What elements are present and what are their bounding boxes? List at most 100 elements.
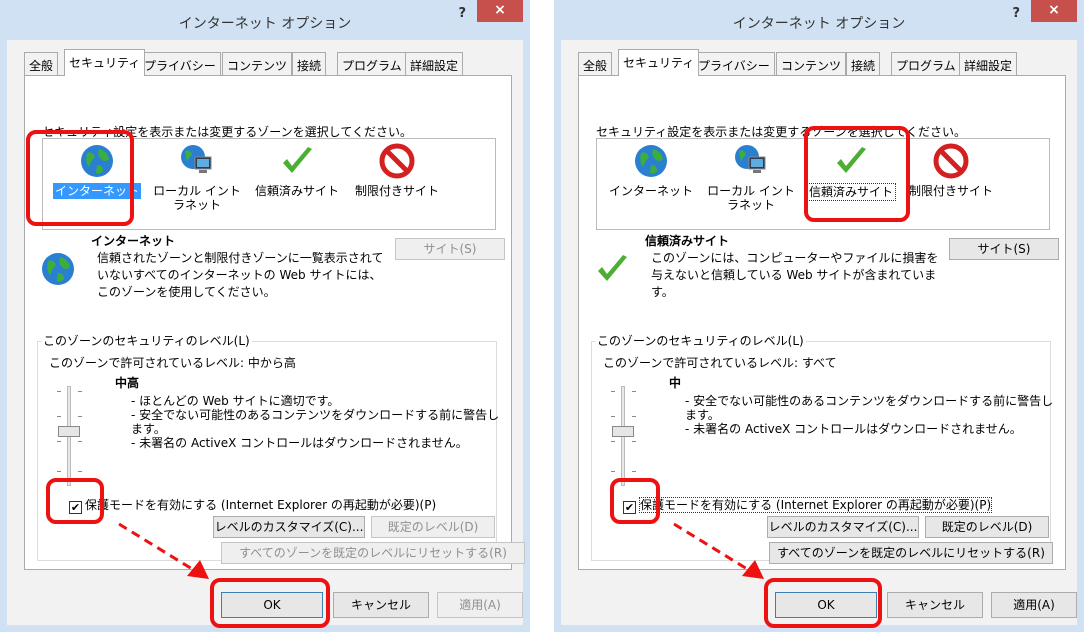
dashed-arrow-icon xyxy=(673,522,764,579)
highlight-ok-button xyxy=(764,578,882,628)
highlight-trusted-sites-zone xyxy=(804,126,910,222)
slider-tick xyxy=(611,441,615,442)
security-level-group-label: このゾーンのセキュリティのレベル(L) xyxy=(595,332,806,349)
custom-level-button[interactable]: レベルのカスタマイズ(C)... xyxy=(767,516,919,538)
level-bullet: - 安全でない可能性のあるコンテンツをダウンロードする前に警告します。 xyxy=(685,394,1054,422)
cancel-button[interactable]: キャンセル xyxy=(887,592,983,618)
tab-content[interactable]: コンテンツ xyxy=(776,52,847,75)
slider-tick xyxy=(57,391,61,392)
default-level-button[interactable]: 既定のレベル(D) xyxy=(371,516,495,538)
slider-tick xyxy=(78,471,82,472)
intranet-icon xyxy=(735,145,766,173)
no-entry-icon xyxy=(379,143,415,179)
checkmark-icon xyxy=(598,255,627,281)
slider-tick xyxy=(611,416,615,417)
security-level-name: 中高 xyxy=(115,376,140,390)
reset-all-zones-button[interactable]: すべてのゾーンを既定のレベルにリセットする(R) xyxy=(221,542,525,564)
tab-advanced[interactable]: 詳細設定 xyxy=(959,52,1018,75)
title-bar: インターネット オプション ? × xyxy=(554,0,1084,40)
tab-security[interactable]: セキュリティ xyxy=(64,49,146,76)
zone-restricted-sites[interactable]: 制限付きサイト xyxy=(901,143,1001,199)
slider-tick xyxy=(78,391,82,392)
slider-tick xyxy=(78,416,82,417)
close-button[interactable]: × xyxy=(1031,0,1077,22)
slider-tick xyxy=(57,471,61,472)
protected-mode-label: 保護モードを有効にする (Internet Explorer の再起動が必要)(… xyxy=(639,497,993,513)
zone-label: ローカル イントラネット xyxy=(707,184,795,212)
internet-options-dialog-right: インターネット オプション ? × 全般 セキュリティ プライバシー コンテンツ… xyxy=(554,0,1084,632)
dialog-title: インターネット オプション xyxy=(732,16,906,32)
tab-content[interactable]: コンテンツ xyxy=(222,52,293,75)
tab-security[interactable]: セキュリティ xyxy=(618,49,700,76)
highlight-ok-button xyxy=(210,578,330,628)
zone-internet[interactable]: インターネット xyxy=(601,143,701,199)
zone-local-intranet[interactable]: ローカル イントラネット xyxy=(147,143,247,213)
zone-label: 制限付きサイト xyxy=(354,184,439,198)
zone-info-description: このゾーンには、コンピューターやファイルに損害を与えないと信頼している Web … xyxy=(651,251,939,299)
default-level-button[interactable]: 既定のレベル(D) xyxy=(925,516,1049,538)
tab-general[interactable]: 全般 xyxy=(24,52,59,75)
tab-connections[interactable]: 接続 xyxy=(846,52,881,75)
highlight-protected-mode-checkbox xyxy=(46,478,104,524)
highlight-protected-mode-checkbox xyxy=(610,478,660,524)
slider-tick xyxy=(632,441,636,442)
zone-label: 信頼済みサイト xyxy=(254,184,339,198)
security-level-name: 中 xyxy=(669,376,682,390)
close-button[interactable]: × xyxy=(477,0,523,22)
zone-label: ローカル イントラネット xyxy=(153,184,241,212)
security-level-slider-thumb[interactable] xyxy=(58,426,80,437)
zone-trusted-sites[interactable]: 信頼済みサイト xyxy=(247,143,347,199)
globe-icon xyxy=(42,253,74,285)
title-bar: インターネット オプション ? × xyxy=(0,0,530,40)
slider-tick xyxy=(632,391,636,392)
tab-general[interactable]: 全般 xyxy=(578,52,613,75)
sites-button[interactable]: サイト(S) xyxy=(395,238,505,260)
cancel-button[interactable]: キャンセル xyxy=(333,592,429,618)
allowed-levels-text: このゾーンで許可されているレベル: すべて xyxy=(603,356,837,370)
custom-level-button[interactable]: レベルのカスタマイズ(C)... xyxy=(213,516,365,538)
zone-restricted-sites[interactable]: 制限付きサイト xyxy=(347,143,447,199)
no-entry-icon xyxy=(933,143,969,179)
slider-tick xyxy=(57,441,61,442)
zone-label: インターネット xyxy=(608,184,693,198)
slider-tick xyxy=(78,441,82,442)
slider-tick xyxy=(611,391,615,392)
checkmark-icon xyxy=(283,147,312,173)
protected-mode-row[interactable]: ✔ 保護モードを有効にする (Internet Explorer の再起動が必要)… xyxy=(623,496,993,514)
level-bullet: - 未署名の ActiveX コントロールはダウンロードされません。 xyxy=(131,436,468,450)
zone-info-description: 信頼されたゾーンと制限付きゾーンに一覧表示されていないすべてのインターネットの … xyxy=(97,251,384,299)
tab-programs[interactable]: プログラム xyxy=(337,52,407,75)
zone-local-intranet[interactable]: ローカル イントラネット xyxy=(701,143,801,213)
slider-tick xyxy=(57,416,61,417)
dialog-title: インターネット オプション xyxy=(178,16,352,32)
zone-info-title: 信頼済みサイト xyxy=(645,234,730,248)
reset-all-zones-button[interactable]: すべてのゾーンを既定のレベルにリセットする(R) xyxy=(769,542,1053,564)
security-level-description: - 安全でない可能性のあるコンテンツをダウンロードする前に警告します。 - 未署… xyxy=(685,394,1065,436)
protected-mode-row[interactable]: ✔ 保護モードを有効にする (Internet Explorer の再起動が必要)… xyxy=(69,496,436,514)
tab-privacy[interactable]: プライバシー xyxy=(693,52,775,75)
security-level-group-label: このゾーンのセキュリティのレベル(L) xyxy=(41,332,252,349)
apply-button[interactable]: 適用(A) xyxy=(991,592,1077,618)
slider-tick xyxy=(611,471,615,472)
sites-button[interactable]: サイト(S) xyxy=(949,238,1059,260)
zone-label: 制限付きサイト xyxy=(908,184,993,198)
tab-programs[interactable]: プログラム xyxy=(891,52,961,75)
intranet-icon xyxy=(181,145,212,173)
level-bullet: - ほとんどの Web サイトに適切です。 xyxy=(131,394,340,408)
tab-connections[interactable]: 接続 xyxy=(292,52,327,75)
apply-button[interactable]: 適用(A) xyxy=(437,592,523,618)
security-level-slider-thumb[interactable] xyxy=(612,426,634,437)
level-bullet: - 未署名の ActiveX コントロールはダウンロードされません。 xyxy=(685,422,1022,436)
tab-advanced[interactable]: 詳細設定 xyxy=(405,52,464,75)
zone-info-title: インターネット xyxy=(91,234,176,248)
internet-options-dialog-left: インターネット オプション ? × 全般 セキュリティ プライバシー コンテンツ… xyxy=(0,0,530,632)
slider-tick xyxy=(632,416,636,417)
globe-icon xyxy=(635,145,667,177)
highlight-internet-zone xyxy=(26,130,134,226)
help-button[interactable]: ? xyxy=(1012,6,1020,21)
help-button[interactable]: ? xyxy=(458,6,466,21)
tab-privacy[interactable]: プライバシー xyxy=(139,52,221,75)
dashed-arrow-icon xyxy=(118,522,209,579)
slider-tick xyxy=(632,471,636,472)
allowed-levels-text: このゾーンで許可されているレベル: 中から高 xyxy=(49,356,296,370)
